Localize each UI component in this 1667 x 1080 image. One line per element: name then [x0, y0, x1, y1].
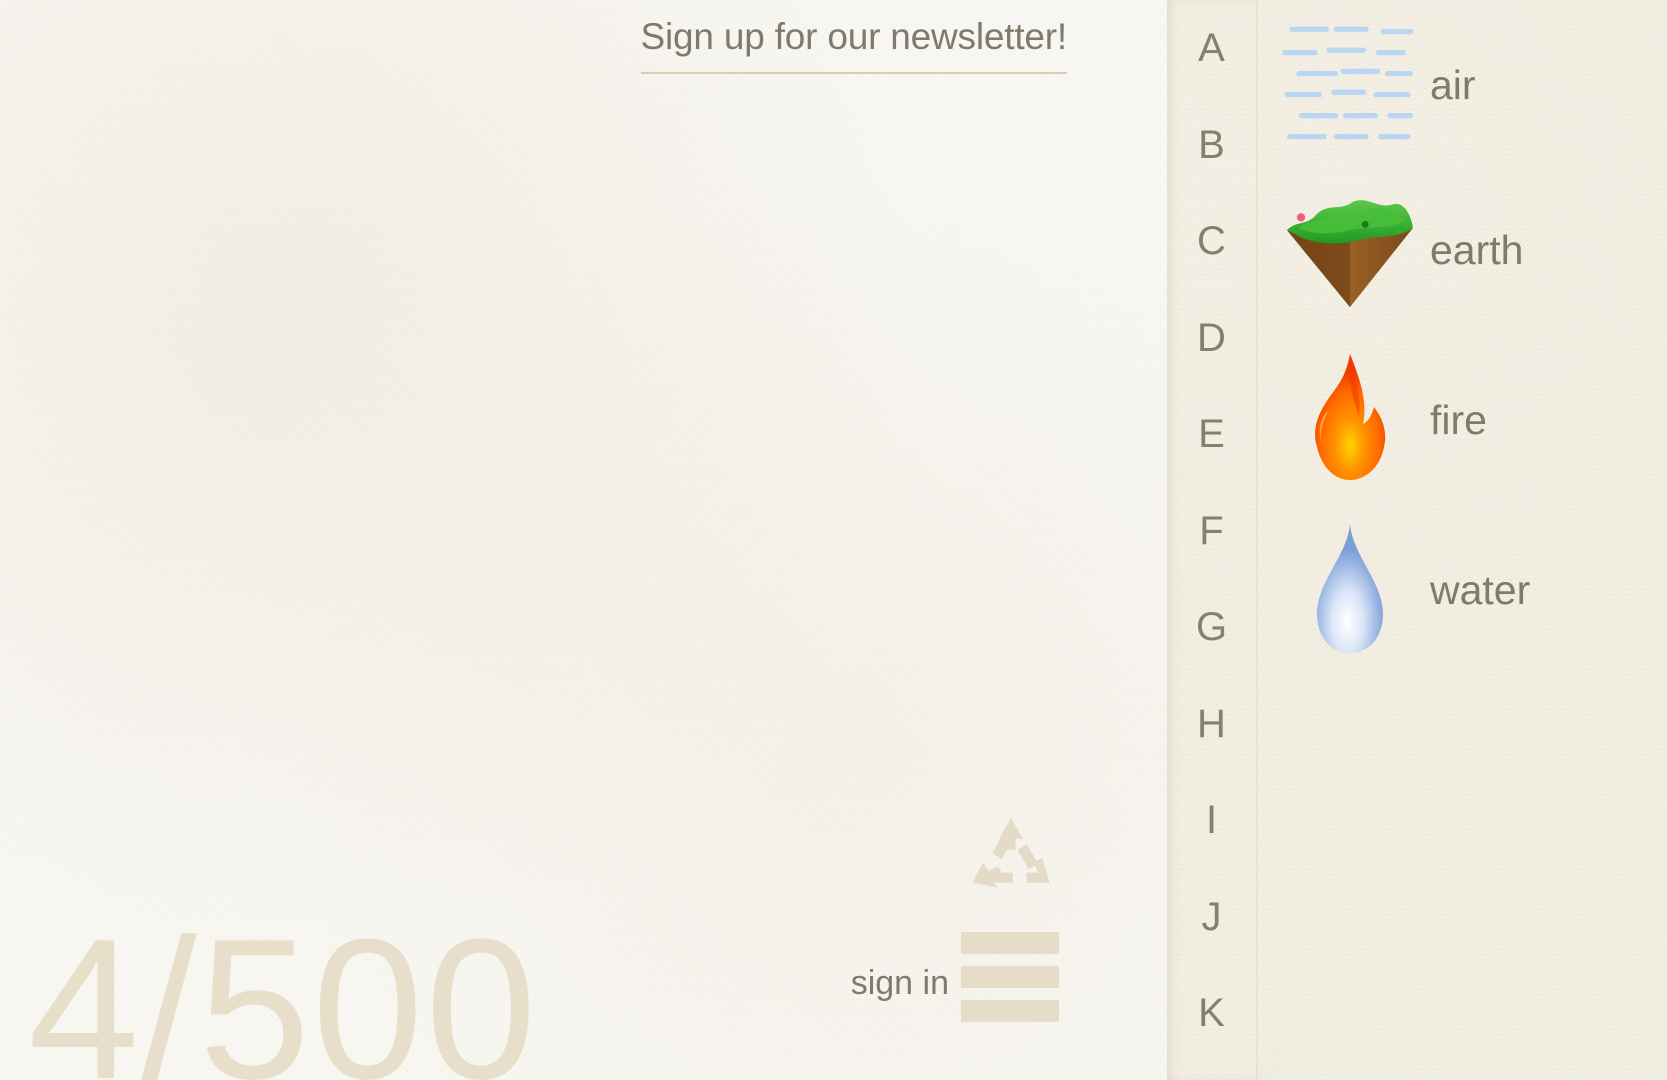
menu-bar-2 — [961, 966, 1059, 988]
library-item-air[interactable]: air — [1258, 10, 1667, 160]
recycle-icon[interactable] — [965, 811, 1057, 903]
newsletter-signup-link[interactable]: Sign up for our newsletter! — [640, 16, 1067, 74]
alphabet-index-letter-f[interactable]: F — [1167, 509, 1256, 554]
library-item-water[interactable]: water — [1258, 515, 1667, 665]
library-item-earth[interactable]: earth — [1258, 175, 1667, 325]
alphabet-index-letter-a[interactable]: A — [1167, 26, 1256, 71]
progress-counter: 4/500 — [28, 898, 539, 1080]
menu-bar-3 — [961, 1000, 1059, 1022]
play-board[interactable]: Sign up for our newsletter! 4/500 sign i… — [0, 0, 1167, 1080]
library-item-label: air — [1430, 61, 1476, 108]
alphabet-index[interactable]: A B C D E F G H I J K — [1167, 0, 1256, 1080]
hamburger-menu-icon[interactable] — [961, 932, 1059, 1022]
alphabet-index-letter-e[interactable]: E — [1167, 412, 1256, 457]
sign-in-button[interactable]: sign in — [851, 964, 949, 1003]
element-library-panel[interactable]: air earth fire water — [1256, 0, 1667, 1080]
fire-icon[interactable] — [1280, 350, 1420, 490]
air-icon[interactable] — [1280, 15, 1420, 155]
library-item-fire[interactable]: fire — [1258, 345, 1667, 495]
library-item-label: water — [1430, 566, 1531, 613]
earth-icon[interactable] — [1280, 180, 1420, 320]
alphabet-index-letter-j[interactable]: J — [1167, 895, 1256, 940]
alphabet-index-letter-b[interactable]: B — [1167, 123, 1256, 168]
alphabet-index-letter-d[interactable]: D — [1167, 316, 1256, 361]
alphabet-index-letter-k[interactable]: K — [1167, 991, 1256, 1036]
alphabet-index-letter-g[interactable]: G — [1167, 605, 1256, 650]
alphabet-index-letter-c[interactable]: C — [1167, 219, 1256, 264]
alphabet-index-letter-h[interactable]: H — [1167, 702, 1256, 747]
alphabet-index-letter-i[interactable]: I — [1167, 798, 1256, 843]
library-item-label: fire — [1430, 396, 1487, 443]
library-item-label: earth — [1430, 226, 1524, 273]
game-root: Sign up for our newsletter! 4/500 sign i… — [0, 0, 1667, 1080]
menu-bar-1 — [961, 932, 1059, 954]
water-icon[interactable] — [1280, 520, 1420, 660]
